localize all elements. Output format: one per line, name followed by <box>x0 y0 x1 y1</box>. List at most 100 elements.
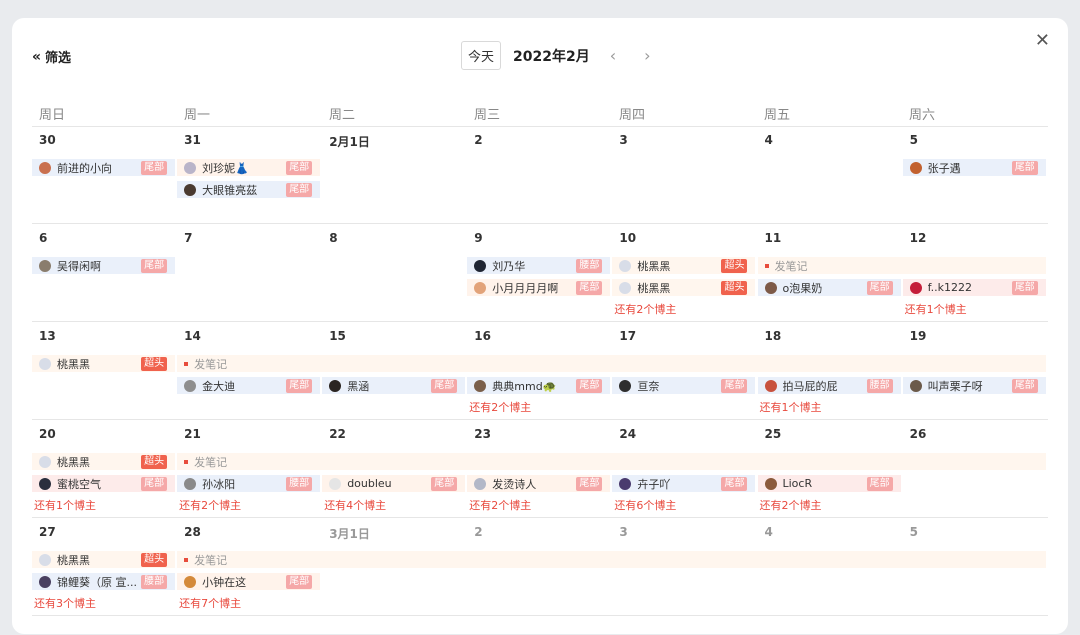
close-icon[interactable]: ✕ <box>1035 32 1050 50</box>
blogger-event[interactable]: 张子遇 尾部 <box>902 159 1046 176</box>
day-number: 3 <box>619 525 628 539</box>
blogger-name: 桃黑黑 <box>57 357 90 371</box>
event-label: 发笔记 <box>194 553 228 567</box>
blogger-name: 叫声栗子呀 <box>927 379 983 393</box>
blogger-event[interactable]: 桃黑黑 超头 <box>32 453 176 470</box>
avatar <box>184 183 197 196</box>
note-event[interactable]: 发笔记 <box>177 551 1046 568</box>
blogger-name: 小月月月月啊 <box>492 281 559 295</box>
blogger-name: 前进的小向 <box>57 161 112 175</box>
blogger-name: 孙冰阳 <box>202 477 236 491</box>
blogger-event[interactable]: doubleu 尾部 <box>322 475 466 492</box>
blogger-event[interactable]: 蜜桃空气 尾部 <box>32 475 176 492</box>
day-number: 15 <box>329 329 346 343</box>
avatar <box>474 379 487 392</box>
more-bloggers-link[interactable]: 还有1个博主 <box>905 301 967 317</box>
tier-badge: 尾部 <box>721 476 748 491</box>
blogger-event[interactable]: o泡果奶 尾部 <box>757 279 901 296</box>
blogger-event[interactable]: 拍马屁的屁 腰部 <box>757 377 901 394</box>
more-bloggers-link[interactable]: 还有1个博主 <box>760 399 822 415</box>
blogger-event[interactable]: 金大迪 尾部 <box>177 377 321 394</box>
day-number: 5 <box>909 133 918 147</box>
more-bloggers-link[interactable]: 还有2个博主 <box>179 497 241 513</box>
blogger-event[interactable]: LiocR 尾部 <box>757 475 901 492</box>
blogger-event[interactable]: 叫声栗子呀 尾部 <box>902 377 1046 394</box>
day-number: 8 <box>329 231 338 245</box>
blogger-event[interactable]: 大眼锥亮茲 尾部 <box>177 181 321 198</box>
blogger-event[interactable]: 桃黑黑 超头 <box>612 257 756 274</box>
tier-badge: 尾部 <box>286 574 313 589</box>
avatar <box>764 379 777 392</box>
tier-badge: 尾部 <box>286 378 313 393</box>
more-bloggers-link[interactable]: 还有1个博主 <box>34 497 96 513</box>
filter-toggle[interactable]: « 筛选 <box>32 47 71 67</box>
blogger-event[interactable]: 桃黑黑 超头 <box>32 355 176 372</box>
note-event[interactable]: 发笔记 <box>177 453 1046 470</box>
note-dot-icon <box>184 557 189 562</box>
day-number: 31 <box>184 133 201 147</box>
blogger-event[interactable]: 典典mmd🐢 尾部 <box>467 377 611 394</box>
chevron-right-icon[interactable]: › <box>636 46 658 65</box>
more-bloggers-link[interactable]: 还有2个博主 <box>469 399 531 415</box>
chevron-left-icon[interactable]: ‹ <box>602 46 624 65</box>
day-number: 13 <box>39 329 56 343</box>
avatar <box>39 553 51 566</box>
blogger-event[interactable]: 桃黑黑 超头 <box>612 279 756 296</box>
blogger-event[interactable]: 前进的小向 尾部 <box>32 159 176 176</box>
blogger-event[interactable]: 小月月月月啊 尾部 <box>467 279 611 296</box>
avatar <box>764 281 777 294</box>
day-number: 2 <box>474 133 483 147</box>
blogger-event[interactable]: 锦鲤葵（原 宣... 腰部 <box>32 573 176 590</box>
tier-badge: 超头 <box>721 280 748 295</box>
blogger-event[interactable]: 桃黑黑 超头 <box>32 551 176 568</box>
weekday-fri: 周五 <box>764 108 791 123</box>
blogger-event[interactable]: 孙冰阳 腰部 <box>177 475 321 492</box>
more-bloggers-link[interactable]: 还有2个博主 <box>760 497 822 513</box>
more-bloggers-link[interactable]: 还有2个博主 <box>469 497 531 513</box>
day-number: 3 <box>619 133 628 147</box>
note-event[interactable]: 发笔记 <box>177 355 1046 372</box>
event-label: 发笔记 <box>194 455 228 469</box>
tier-badge: 腰部 <box>576 258 603 273</box>
note-dot-icon <box>184 361 189 366</box>
blogger-event[interactable]: 吴得闲啊 尾部 <box>32 257 176 274</box>
day-number: 19 <box>909 329 927 343</box>
more-bloggers-link[interactable]: 还有2个博主 <box>614 301 676 317</box>
more-bloggers-link[interactable]: 还有3个博主 <box>34 595 96 611</box>
blogger-event[interactable]: f..k1222 尾部 <box>902 279 1046 296</box>
blogger-name: 小钟在这 <box>202 575 247 589</box>
more-bloggers-link[interactable]: 还有4个博主 <box>324 497 386 513</box>
avatar <box>184 575 197 588</box>
day-number: 7 <box>184 231 193 245</box>
tier-badge: 尾部 <box>141 258 168 273</box>
blogger-event[interactable]: 发烫诗人 尾部 <box>467 475 611 492</box>
blogger-event[interactable]: 卉子吖 尾部 <box>612 475 756 492</box>
blogger-event[interactable]: 刘乃华 腰部 <box>467 257 611 274</box>
day-number: 26 <box>909 427 927 441</box>
tier-badge: 超头 <box>141 552 168 567</box>
blogger-event[interactable]: 小钟在这 尾部 <box>177 573 321 590</box>
more-bloggers-link[interactable]: 还有7个博主 <box>179 595 241 611</box>
blogger-name: 金大迪 <box>202 379 236 393</box>
today-button[interactable]: 今天 <box>461 41 502 70</box>
blogger-name: 桃黑黑 <box>57 553 90 567</box>
day-number: 4 <box>764 525 773 539</box>
day-number: 12 <box>909 231 927 245</box>
tier-badge: 尾部 <box>866 280 893 295</box>
day-number: 9 <box>474 231 483 245</box>
blogger-event[interactable]: 黑涵 尾部 <box>322 377 466 394</box>
avatar <box>909 281 922 294</box>
blogger-event[interactable]: 刘珍妮👗 尾部 <box>177 159 321 176</box>
avatar <box>619 259 632 272</box>
day-number: 18 <box>764 329 782 343</box>
weekday-sun: 周日 <box>39 108 66 123</box>
avatar <box>184 477 197 490</box>
week-row: 30 31 2月1日 2 3 4 5 前进的小向 尾部 刘珍妮👗 尾部 大眼锥亮茲 尾部 张子遇 尾部 <box>32 126 1048 224</box>
avatar <box>39 477 51 490</box>
more-bloggers-link[interactable]: 还有6个博主 <box>614 497 676 513</box>
tier-badge: 尾部 <box>431 378 458 393</box>
blogger-event[interactable]: 亘奈 尾部 <box>612 377 756 394</box>
avatar <box>619 379 632 392</box>
blogger-name: LiocR <box>782 477 813 490</box>
note-event[interactable]: 发笔记 <box>757 257 1046 274</box>
